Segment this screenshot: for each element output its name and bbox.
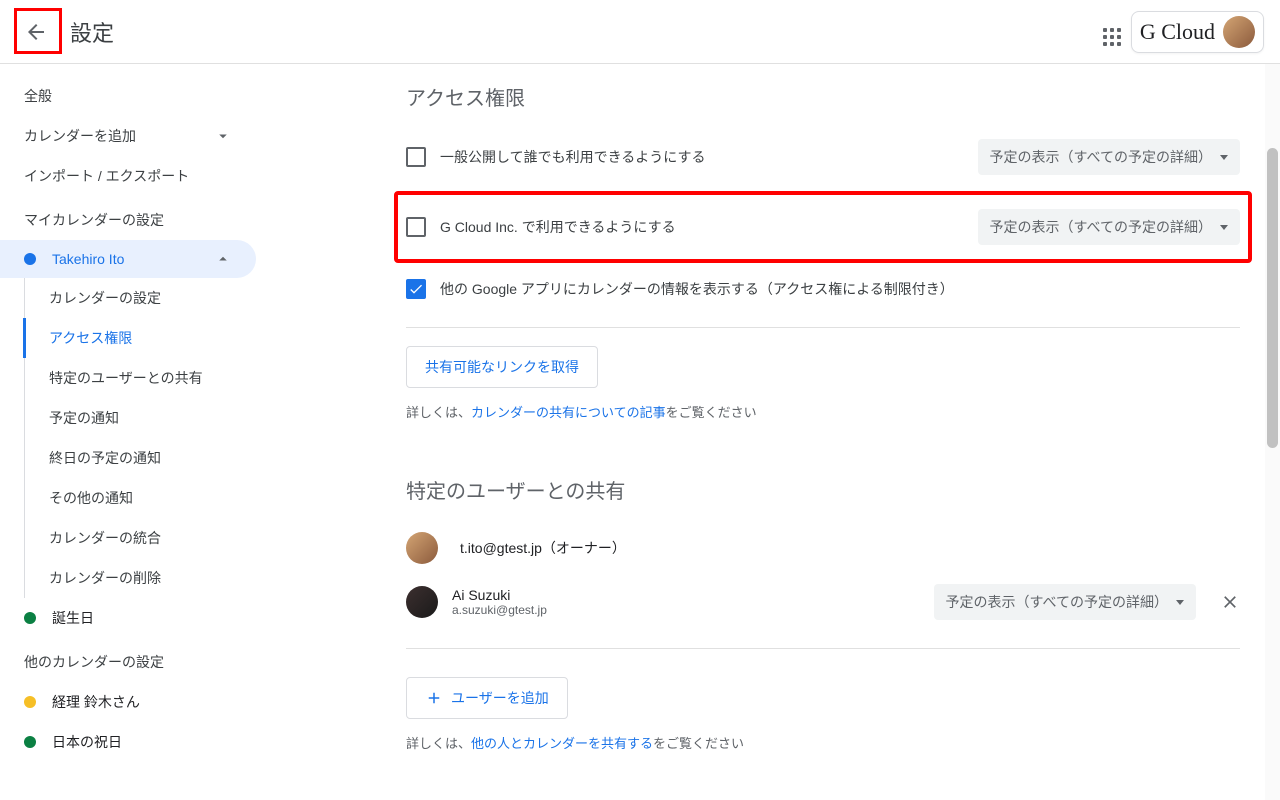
brand-text: G Cloud — [1140, 19, 1215, 45]
apps-grid-icon[interactable] — [1095, 20, 1119, 44]
user-avatar — [406, 586, 438, 618]
calendar-color-dot — [24, 253, 36, 265]
app-header: 設定 G Cloud — [0, 0, 1280, 64]
checkbox-org[interactable] — [406, 217, 426, 237]
nav-general[interactable]: 全般 — [0, 76, 256, 116]
dropdown-caret-icon — [1176, 600, 1184, 605]
chevron-down-icon — [214, 127, 232, 145]
other-calendars-label: 他のカレンダーの設定 — [0, 638, 256, 682]
dropdown-caret-icon — [1220, 155, 1228, 160]
access-help-text: 詳しくは、カレンダーの共有についての記事をご覧ください — [406, 402, 1240, 421]
remove-user-button[interactable] — [1220, 592, 1240, 612]
user-name: Ai Suzuki — [452, 587, 920, 603]
calendar-sub-nav: カレンダーの設定 アクセス権限 特定のユーザーとの共有 予定の通知 終日の予定の… — [24, 278, 256, 598]
divider — [406, 327, 1240, 328]
calendar-item-holidays[interactable]: 日本の祝日 — [0, 722, 256, 762]
sub-calendar-integrate[interactable]: カレンダーの統合 — [25, 518, 256, 558]
divider — [406, 648, 1240, 649]
user-email: a.suzuki@gtest.jp — [452, 603, 920, 617]
get-shareable-link-button[interactable]: 共有可能なリンクを取得 — [406, 346, 598, 388]
perm-org-row: G Cloud Inc. で利用できるようにする 予定の表示（すべての予定の詳細… — [406, 209, 1240, 245]
calendar-color-dot — [24, 736, 36, 748]
settings-sidebar: 全般 カレンダーを追加 インポート / エクスポート マイカレンダーの設定 Ta… — [0, 64, 256, 800]
chevron-up-icon — [214, 250, 232, 268]
add-user-button[interactable]: ユーザーを追加 — [406, 677, 568, 719]
share-user-row: Ai Suzuki a.suzuki@gtest.jp 予定の表示（すべての予定… — [406, 574, 1240, 630]
owner-avatar — [406, 532, 438, 564]
nav-import-export[interactable]: インポート / エクスポート — [0, 156, 256, 196]
settings-main: アクセス権限 一般公開して誰でも利用できるようにする 予定の表示（すべての予定の… — [256, 64, 1280, 800]
arrow-left-icon — [24, 20, 48, 44]
perm-org-highlight: G Cloud Inc. で利用できるようにする 予定の表示（すべての予定の詳細… — [394, 191, 1252, 263]
perm-public-dropdown[interactable]: 予定の表示（すべての予定の詳細） — [978, 139, 1240, 175]
perm-org-label: G Cloud Inc. で利用できるようにする — [440, 217, 964, 237]
page-title: 設定 — [70, 16, 114, 48]
calendar-color-dot — [24, 696, 36, 708]
check-icon — [408, 281, 424, 297]
scrollbar-thumb[interactable] — [1267, 148, 1278, 448]
checkbox-public[interactable] — [406, 147, 426, 167]
perm-googleapps-label: 他の Google アプリにカレンダーの情報を表示する（アクセス権による制限付き… — [440, 279, 1240, 299]
share-help-text: 詳しくは、他の人とカレンダーを共有するをご覧ください — [406, 733, 1240, 752]
sub-calendar-settings[interactable]: カレンダーの設定 — [25, 278, 256, 318]
section-title-share: 特定のユーザーとの共有 — [406, 475, 1240, 504]
perm-org-dropdown[interactable]: 予定の表示（すべての予定の詳細） — [978, 209, 1240, 245]
calendar-item-birthday[interactable]: 誕生日 — [0, 598, 256, 638]
nav-add-calendar[interactable]: カレンダーを追加 — [0, 116, 256, 156]
perm-googleapps-row: 他の Google アプリにカレンダーの情報を表示する（アクセス権による制限付き… — [406, 269, 1240, 309]
plus-icon — [425, 689, 443, 707]
sub-allday-notifications[interactable]: 終日の予定の通知 — [25, 438, 256, 478]
calendar-item-keiri[interactable]: 経理 鈴木さん — [0, 682, 256, 722]
section-title-access: アクセス権限 — [406, 82, 1240, 111]
calendar-color-dot — [24, 612, 36, 624]
perm-public-label: 一般公開して誰でも利用できるようにする — [440, 147, 964, 167]
my-calendars-label: マイカレンダーの設定 — [0, 196, 256, 240]
owner-email: t.ito@gtest.jp（オーナー） — [452, 538, 1240, 558]
account-brand-chip[interactable]: G Cloud — [1131, 11, 1264, 53]
share-owner-row: t.ito@gtest.jp（オーナー） — [406, 522, 1240, 574]
share-user-permission-dropdown[interactable]: 予定の表示（すべての予定の詳細） — [934, 584, 1196, 620]
share-help-link[interactable]: 他の人とカレンダーを共有する — [471, 736, 653, 751]
calendar-item-takehiro[interactable]: Takehiro Ito — [0, 240, 256, 278]
scrollbar-track[interactable] — [1265, 64, 1280, 800]
checkbox-googleapps[interactable] — [406, 279, 426, 299]
sub-calendar-delete[interactable]: カレンダーの削除 — [25, 558, 256, 598]
perm-public-row: 一般公開して誰でも利用できるようにする 予定の表示（すべての予定の詳細） — [406, 129, 1240, 185]
back-button[interactable] — [16, 12, 56, 52]
access-help-link[interactable]: カレンダーの共有についての記事 — [471, 405, 666, 420]
sub-share-users[interactable]: 特定のユーザーとの共有 — [25, 358, 256, 398]
sub-access-permissions[interactable]: アクセス権限 — [23, 318, 256, 358]
dropdown-caret-icon — [1220, 225, 1228, 230]
avatar — [1223, 16, 1255, 48]
sub-event-notifications[interactable]: 予定の通知 — [25, 398, 256, 438]
sub-other-notifications[interactable]: その他の通知 — [25, 478, 256, 518]
